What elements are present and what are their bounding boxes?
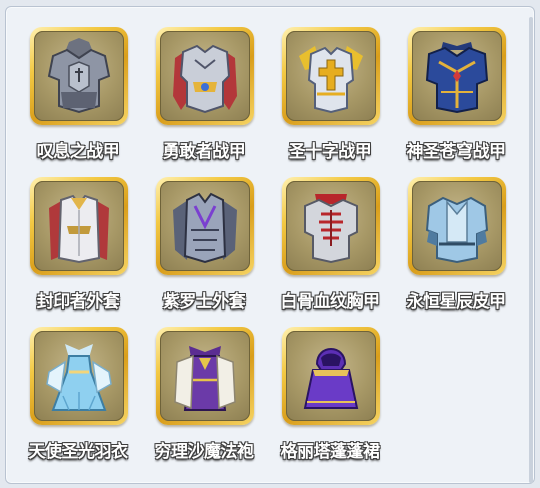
item-name: 穷理沙魔法袍 bbox=[154, 442, 255, 462]
item-name: 勇敢者战甲 bbox=[162, 142, 246, 162]
item-frame bbox=[156, 327, 254, 425]
item-frame bbox=[282, 177, 380, 275]
armor-slot-11[interactable]: 格丽塔蓬蓬裙 bbox=[272, 327, 388, 477]
armor-slot-8[interactable]: 永恒星辰皮甲 bbox=[398, 177, 514, 327]
item-name: 圣十字战甲 bbox=[288, 142, 372, 162]
item-name: 格丽塔蓬蓬裙 bbox=[280, 442, 381, 462]
purple-magic-robe-icon bbox=[174, 346, 236, 411]
ice-blue-leather-armor-icon bbox=[425, 196, 489, 264]
equipment-panel: 叹息之战甲 勇敢者战甲 圣十字战甲 神圣苍穹战甲 封印者外套 紫罗士外套 白骨血… bbox=[5, 6, 535, 484]
item-frame bbox=[30, 27, 128, 125]
gray-knight-armor-icon bbox=[47, 38, 111, 114]
red-silver-armor-icon bbox=[173, 44, 237, 114]
item-name: 封印者外套 bbox=[36, 292, 120, 312]
item-frame bbox=[156, 177, 254, 275]
item-name: 永恒星辰皮甲 bbox=[406, 292, 507, 312]
armor-slot-9[interactable]: 天使圣光羽衣 bbox=[20, 327, 136, 477]
purple-hooded-dress-icon bbox=[303, 348, 359, 409]
armor-slot-5[interactable]: 封印者外套 bbox=[20, 177, 136, 327]
gold-cross-armor-icon bbox=[299, 46, 363, 114]
item-frame bbox=[30, 327, 128, 425]
item-frame bbox=[156, 27, 254, 125]
armor-slot-6[interactable]: 紫罗士外套 bbox=[146, 177, 262, 327]
armor-slot-1[interactable]: 叹息之战甲 bbox=[20, 27, 136, 177]
purple-blade-coat-icon bbox=[173, 192, 237, 264]
armor-slot-10[interactable]: 穷理沙魔法袍 bbox=[146, 327, 262, 477]
item-frame bbox=[282, 27, 380, 125]
item-name: 叹息之战甲 bbox=[36, 142, 120, 162]
navy-gold-armor-icon bbox=[425, 42, 489, 114]
angel-feather-robe-icon bbox=[46, 344, 112, 411]
item-frame bbox=[30, 177, 128, 275]
item-name: 紫罗士外套 bbox=[162, 292, 246, 312]
armor-slot-3[interactable]: 圣十字战甲 bbox=[272, 27, 388, 177]
item-frame bbox=[408, 177, 506, 275]
armor-slot-2[interactable]: 勇敢者战甲 bbox=[146, 27, 262, 177]
armor-slot-7[interactable]: 白骨血纹胸甲 bbox=[272, 177, 388, 327]
item-name: 白骨血纹胸甲 bbox=[280, 292, 381, 312]
bone-blood-breastplate-icon bbox=[304, 194, 358, 264]
item-frame bbox=[282, 327, 380, 425]
item-frame bbox=[408, 27, 506, 125]
item-name: 神圣苍穹战甲 bbox=[406, 142, 507, 162]
item-name: 天使圣光羽衣 bbox=[28, 442, 129, 462]
armor-slot-4[interactable]: 神圣苍穹战甲 bbox=[398, 27, 514, 177]
scrollbar[interactable] bbox=[529, 17, 533, 483]
white-red-coat-icon bbox=[49, 194, 109, 264]
